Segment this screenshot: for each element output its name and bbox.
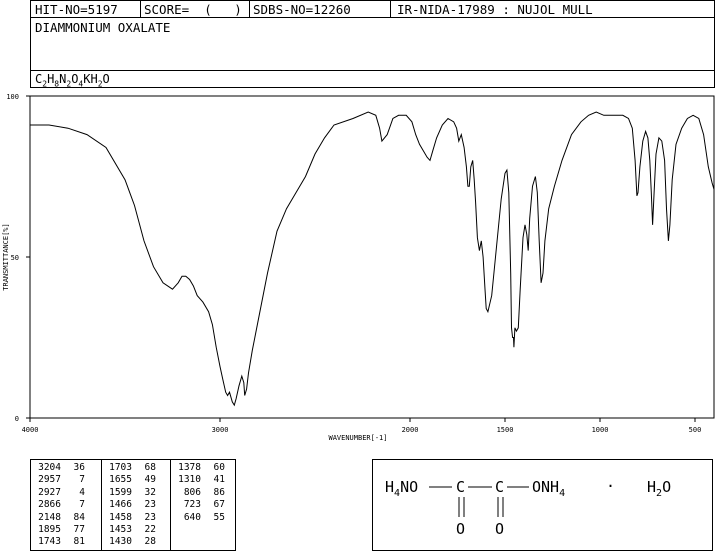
peak-wavenumber: 1466	[109, 499, 132, 511]
x-tick-label: 1000	[592, 426, 609, 434]
peak-wavenumber: 1895	[38, 524, 61, 535]
sdbs-number: SDBS-NO=12260	[253, 2, 351, 17]
hit-number: HIT-NO=5197	[35, 2, 118, 17]
peak-entry: 2957 7	[33, 474, 85, 485]
carbon-right: C	[495, 478, 504, 496]
peak-transmittance: 68	[144, 462, 156, 473]
peak-transmittance: 23	[144, 499, 156, 511]
peak-entry: 1453 22	[104, 524, 156, 535]
hydrate-dot: ·	[606, 477, 615, 495]
peak-wavenumber: 2957	[38, 474, 61, 486]
peak-wavenumber: 1453	[109, 524, 132, 535]
peak-entry: 1703 68	[104, 462, 156, 473]
peak-wavenumber: 1655	[109, 474, 132, 486]
peak-entry: 1310 41	[173, 474, 225, 485]
header-divider	[140, 1, 141, 17]
peak-transmittance: 81	[73, 536, 85, 548]
x-tick-label: 2000	[402, 426, 419, 434]
molecular-formula: C2H8N2O4KH2O	[35, 72, 110, 89]
peak-entry: 1743 81	[33, 536, 85, 547]
peak-entry: 1895 77	[33, 524, 85, 535]
peak-wavenumber: 2866	[38, 499, 61, 511]
peak-transmittance: 23	[144, 511, 156, 523]
oxygen-left: O	[456, 520, 465, 538]
header-divider	[249, 1, 250, 17]
structure-diagram: H4NO C C ONH4 O O · H2O	[385, 477, 671, 538]
header-divider	[390, 1, 391, 17]
peak-transmittance: 28	[144, 536, 156, 548]
x-tick-label: 3000	[212, 426, 229, 434]
peak-entry: 723 67	[173, 499, 225, 510]
x-tick-label: 4000	[22, 426, 39, 434]
peak-entry: 640 55	[173, 512, 225, 523]
peak-wavenumber: 2148	[38, 511, 61, 523]
peak-wavenumber: 3204	[38, 462, 61, 473]
peak-transmittance: 67	[213, 499, 225, 511]
peak-entry: 1378 60	[173, 462, 225, 473]
peak-entry: 2866 7	[33, 499, 85, 510]
peak-entry: 1458 23	[104, 512, 156, 523]
ir-spectrum-chart: 0 50 100 4000 3000 2000 1500 1000 500 TRANSMITT…	[2, 93, 715, 442]
peak-transmittance: 22	[144, 524, 156, 535]
peak-transmittance: 36	[73, 462, 85, 473]
peak-wavenumber: 1703	[109, 462, 132, 473]
peak-transmittance: 60	[213, 462, 225, 473]
peak-transmittance: 7	[79, 474, 85, 486]
score-field: SCORE= ( )	[144, 2, 242, 17]
header-bar	[30, 0, 715, 18]
peak-entry: 2148 84	[33, 512, 85, 523]
y-axis-label: TRANSMITTANCE[%]	[2, 223, 10, 290]
peak-transmittance: 55	[213, 511, 225, 523]
peak-entry: 806 86	[173, 487, 225, 498]
peak-transmittance: 41	[213, 474, 225, 486]
peak-transmittance: 32	[144, 486, 156, 498]
peak-transmittance: 7	[79, 499, 85, 511]
peak-wavenumber: 1743	[38, 536, 61, 548]
spectrum-line	[30, 111, 715, 407]
peak-transmittance: 86	[213, 486, 225, 498]
y-tick-label: 100	[6, 93, 19, 101]
peak-wavenumber: 806	[183, 486, 201, 498]
peak-wavenumber: 1310	[178, 474, 201, 486]
peak-entry: 1466 23	[104, 499, 156, 510]
peak-entry: 1430 28	[104, 536, 156, 547]
y-tick-label: 50	[11, 254, 19, 262]
peak-transmittance: 77	[73, 524, 85, 535]
ammonium-oxy-right: ONH4	[532, 478, 565, 499]
water: H2O	[647, 478, 671, 499]
peak-entry: 1599 32	[104, 487, 156, 498]
ir-identifier: IR-NIDA-17989 : NUJOL MULL	[397, 2, 593, 17]
peak-wavenumber: 723	[183, 499, 201, 511]
formula-divider	[30, 70, 715, 71]
x-tick-label: 500	[689, 426, 702, 434]
peak-wavenumber: 1458	[109, 511, 132, 523]
y-tick-label: 0	[15, 415, 19, 423]
peak-entry: 2927 4	[33, 487, 85, 498]
peak-column-divider	[170, 459, 171, 551]
x-axis-label: WAVENUMBER[-1]	[328, 434, 387, 442]
peak-wavenumber: 640	[183, 511, 201, 523]
peak-wavenumber: 2927	[38, 486, 61, 498]
peak-wavenumber: 1378	[178, 462, 201, 473]
ammonium-oxy-left: H4NO	[385, 478, 418, 499]
peak-entry: 3204 36	[33, 462, 85, 473]
carbon-left: C	[456, 478, 465, 496]
peak-transmittance: 4	[79, 486, 85, 498]
x-tick-label: 1500	[497, 426, 514, 434]
oxygen-right: O	[495, 520, 504, 538]
peak-transmittance: 49	[144, 474, 156, 486]
peak-wavenumber: 1599	[109, 486, 132, 498]
peak-entry: 1655 49	[104, 474, 156, 485]
plot-frame	[29, 95, 715, 419]
peak-wavenumber: 1430	[109, 536, 132, 548]
peak-column-divider	[101, 459, 102, 551]
peak-transmittance: 84	[73, 511, 85, 523]
compound-name: DIAMMONIUM OXALATE	[35, 20, 171, 35]
